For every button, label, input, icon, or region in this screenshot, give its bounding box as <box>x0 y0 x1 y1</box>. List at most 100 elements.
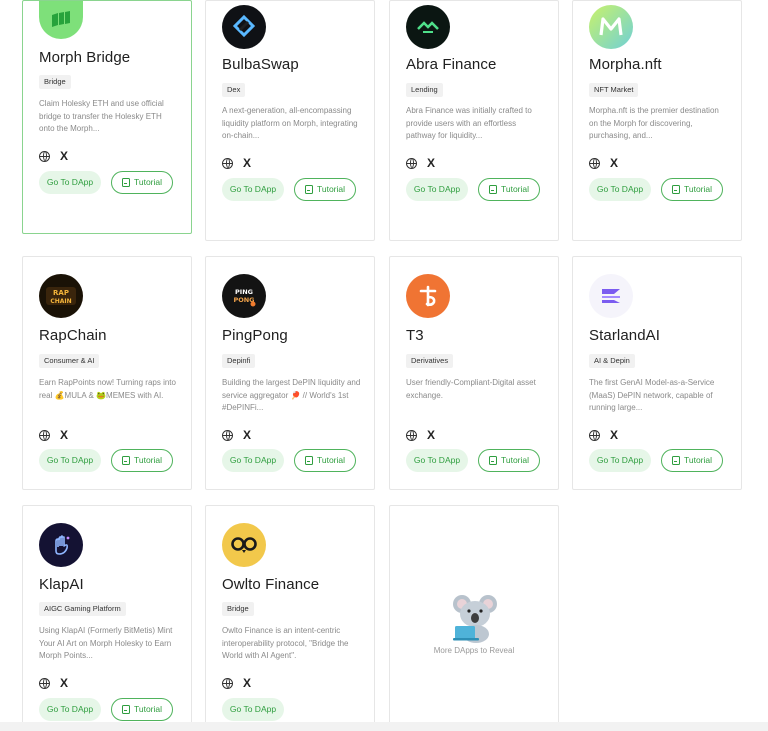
tutorial-label: Tutorial <box>133 704 163 714</box>
go-to-dapp-button[interactable]: Go To DApp <box>39 698 101 721</box>
dapp-card-abra-finance[interactable]: Abra Finance Lending Abra Finance was in… <box>389 0 559 241</box>
dapp-category-tag: AIGC Gaming Platform <box>39 602 126 616</box>
tutorial-button[interactable]: Tutorial <box>111 449 173 472</box>
morpha-nft-logo-icon <box>589 5 633 49</box>
social-links: X <box>589 429 618 441</box>
dapp-card-rapchain[interactable]: RAP CHAIN RapChain Consumer & AI Earn Rap… <box>22 256 192 490</box>
tutorial-label: Tutorial <box>500 184 530 194</box>
document-icon <box>121 178 130 187</box>
tutorial-button[interactable]: Tutorial <box>661 178 723 201</box>
go-to-dapp-button[interactable]: Go To DApp <box>222 449 284 472</box>
tutorial-label: Tutorial <box>316 455 346 465</box>
dapp-name: PingPong <box>222 327 288 344</box>
dapp-category-tag: Depinfi <box>222 354 256 368</box>
go-to-dapp-button[interactable]: Go To DApp <box>222 698 284 721</box>
dapp-card-pingpong[interactable]: PING PONG PingPong Depinfi Building the l… <box>205 256 375 490</box>
pingpong-logo-icon: PING PONG <box>222 274 266 318</box>
globe-icon[interactable] <box>222 678 233 689</box>
globe-icon[interactable] <box>222 158 233 169</box>
dapp-card-starlandai[interactable]: StarlandAI AI & Depin The first GenAI Mo… <box>572 256 742 490</box>
go-to-dapp-button[interactable]: Go To DApp <box>406 449 468 472</box>
dapp-description: User friendly-Compliant-Digital asset ex… <box>406 378 536 400</box>
dapp-name: Abra Finance <box>406 56 497 73</box>
tutorial-button[interactable]: Tutorial <box>478 178 540 201</box>
dapp-category-tag: NFT Market <box>589 83 639 97</box>
x-icon[interactable]: X <box>610 157 618 169</box>
globe-icon[interactable] <box>589 158 600 169</box>
tutorial-label: Tutorial <box>683 455 713 465</box>
document-icon <box>671 456 680 465</box>
tutorial-label: Tutorial <box>683 184 713 194</box>
more-dapps-text: More DApps to Reveal <box>433 646 515 655</box>
dapp-name: Morph Bridge <box>39 49 131 66</box>
globe-icon[interactable] <box>39 151 50 162</box>
tutorial-button[interactable]: Tutorial <box>294 449 356 472</box>
dapp-name: Morpha.nft <box>589 56 662 73</box>
tutorial-button[interactable]: Tutorial <box>478 449 540 472</box>
go-to-dapp-button[interactable]: Go To DApp <box>222 178 284 201</box>
dapp-card-t3[interactable]: T3 Derivatives User friendly-Compliant-D… <box>389 256 559 490</box>
morph-bridge-logo-icon <box>39 1 83 39</box>
x-icon[interactable]: X <box>427 429 435 441</box>
document-icon <box>121 456 130 465</box>
dapp-card-owlto-finance[interactable]: Owlto Finance Bridge Owlto Finance is an… <box>205 505 375 731</box>
social-links: X <box>222 677 251 689</box>
dapp-name: Owlto Finance <box>222 576 320 593</box>
tutorial-button[interactable]: Tutorial <box>111 698 173 721</box>
go-to-dapp-button[interactable]: Go To DApp <box>39 171 101 194</box>
document-icon <box>304 185 313 194</box>
dapp-name: RapChain <box>39 327 107 344</box>
x-icon[interactable]: X <box>60 429 68 441</box>
document-icon <box>488 456 497 465</box>
koala-laptop-icon <box>453 595 497 643</box>
dapp-description: A next-generation, all-encompassing liqu… <box>222 106 358 140</box>
tutorial-button[interactable]: Tutorial <box>294 178 356 201</box>
dapp-card-morpha-nft[interactable]: Morpha.nft NFT Market Morpha.nft is the … <box>572 0 742 241</box>
globe-icon[interactable] <box>406 430 417 441</box>
more-dapps-placeholder: More DApps to Reveal <box>389 505 559 731</box>
go-to-dapp-button[interactable]: Go To DApp <box>589 178 651 201</box>
dapp-category-tag: AI & Depin <box>589 354 635 368</box>
tutorial-label: Tutorial <box>500 455 530 465</box>
x-icon[interactable]: X <box>427 157 435 169</box>
owlto-finance-logo-icon <box>222 523 266 567</box>
dapp-category-tag: Lending <box>406 83 443 97</box>
globe-icon[interactable] <box>406 158 417 169</box>
social-links: X <box>222 429 251 441</box>
globe-icon[interactable] <box>222 430 233 441</box>
x-icon[interactable]: X <box>60 677 68 689</box>
go-to-dapp-button[interactable]: Go To DApp <box>406 178 468 201</box>
dapp-card-klapai[interactable]: KlapAI AIGC Gaming Platform Using KlapAI… <box>22 505 192 731</box>
svg-text:PING: PING <box>235 288 253 296</box>
x-icon[interactable]: X <box>60 150 68 162</box>
abra-finance-logo-icon <box>406 5 450 49</box>
tutorial-label: Tutorial <box>133 177 163 187</box>
social-links: X <box>222 157 251 169</box>
go-to-dapp-button[interactable]: Go To DApp <box>39 449 101 472</box>
x-icon[interactable]: X <box>243 677 251 689</box>
dapp-category-tag: Derivatives <box>406 354 454 368</box>
dapp-card-morph-bridge[interactable]: Morph Bridge Bridge Claim Holesky ETH an… <box>22 0 192 234</box>
tutorial-button[interactable]: Tutorial <box>661 449 723 472</box>
dapp-category-tag: Bridge <box>222 602 254 616</box>
go-to-dapp-button[interactable]: Go To DApp <box>589 449 651 472</box>
dapp-description: Building the largest DePIN liquidity and… <box>222 378 361 412</box>
tutorial-button[interactable]: Tutorial <box>111 171 173 194</box>
t3-logo-icon <box>406 274 450 318</box>
document-icon <box>121 705 130 714</box>
dapp-description: The first GenAI Model-as-a-Service (MaaS… <box>589 378 715 412</box>
dapp-card-bulbaswap[interactable]: BulbaSwap Dex A next-generation, all-enc… <box>205 0 375 241</box>
globe-icon[interactable] <box>589 430 600 441</box>
dapp-name: T3 <box>406 327 424 344</box>
social-links: X <box>39 429 68 441</box>
social-links: X <box>589 157 618 169</box>
x-icon[interactable]: X <box>243 157 251 169</box>
x-icon[interactable]: X <box>243 429 251 441</box>
globe-icon[interactable] <box>39 678 50 689</box>
dapp-category-tag: Dex <box>222 83 246 97</box>
document-icon <box>304 456 313 465</box>
globe-icon[interactable] <box>39 430 50 441</box>
bulbaswap-logo-icon <box>222 5 266 49</box>
dapp-name: StarlandAI <box>589 327 661 344</box>
x-icon[interactable]: X <box>610 429 618 441</box>
